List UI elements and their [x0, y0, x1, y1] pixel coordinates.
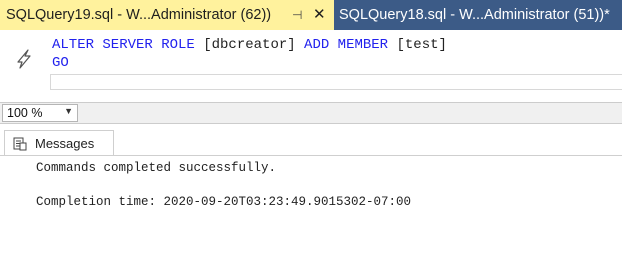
code-line-1: ALTER SERVER ROLE [dbcreator] ADD MEMBER…	[52, 37, 447, 53]
code-line-2: GO	[52, 55, 69, 71]
identifier: [dbcreator]	[194, 37, 305, 53]
chevron-down-icon[interactable]: ▼	[64, 106, 73, 116]
zoom-bar: 100 % ▼	[0, 102, 622, 124]
identifier: [test]	[388, 37, 447, 53]
tab-messages[interactable]: Messages	[4, 130, 114, 156]
keyword: ALTER SERVER ROLE	[52, 37, 195, 53]
close-icon[interactable]: ✕	[313, 5, 326, 23]
messages-icon	[13, 137, 27, 150]
document-tab-bar: SQLQuery19.sql - W...Administrator (62))…	[0, 0, 622, 30]
keyword: MEMBER	[337, 37, 389, 53]
results-pane: Messages Commands completed successfully…	[0, 124, 622, 254]
keyword: ADD	[304, 37, 330, 53]
current-line-highlight	[50, 74, 622, 90]
divider	[0, 155, 622, 156]
tab-sqlquery18[interactable]: SQLQuery18.sql - W...Administrator (51))…	[334, 0, 622, 30]
tab-title: SQLQuery18.sql - W...Administrator (51))…	[339, 7, 610, 23]
zoom-dropdown[interactable]: 100 % ▼	[2, 104, 78, 122]
sql-code: ALTER SERVER ROLE [dbcreator] ADD MEMBER…	[52, 36, 447, 72]
tab-sqlquery19[interactable]: SQLQuery19.sql - W...Administrator (62))…	[0, 0, 334, 30]
message-line: Commands completed successfully.	[36, 161, 277, 175]
messages-output[interactable]: Commands completed successfully. Complet…	[36, 160, 411, 211]
message-line: Completion time: 2020-09-20T03:23:49.901…	[36, 195, 412, 209]
tab-title: SQLQuery19.sql - W...Administrator (62))	[6, 7, 272, 23]
tab-messages-label: Messages	[35, 136, 95, 151]
cursor-pointer-icon	[17, 49, 31, 69]
zoom-value: 100 %	[7, 106, 43, 120]
query-editor[interactable]: ALTER SERVER ROLE [dbcreator] ADD MEMBER…	[0, 30, 622, 102]
pin-icon[interactable]: ⊣	[292, 8, 302, 22]
